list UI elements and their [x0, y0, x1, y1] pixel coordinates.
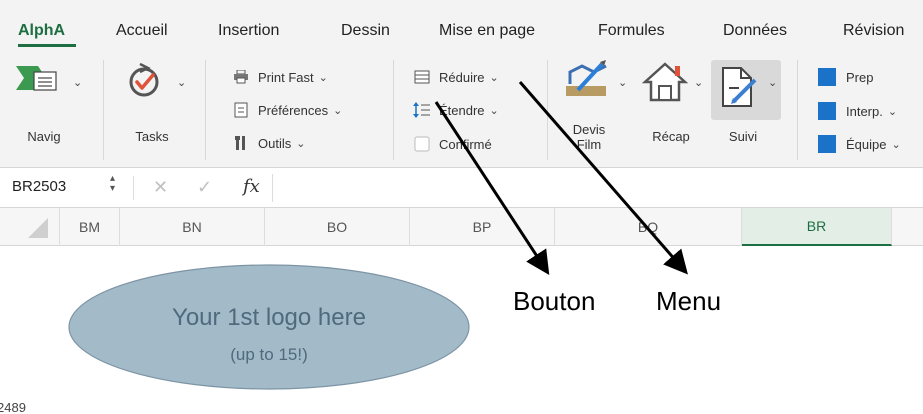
- tasks-label: Tasks: [135, 129, 169, 144]
- column-header-bn[interactable]: BN: [120, 208, 265, 246]
- tab-insertion[interactable]: Insertion: [218, 22, 279, 40]
- column-header-br[interactable]: BR: [742, 208, 892, 246]
- equipe-label: Équipe: [846, 136, 887, 152]
- preferences-icon: [232, 102, 250, 118]
- chevron-down-icon: ⌄: [489, 104, 499, 117]
- chevron-down-icon: ⌄: [768, 77, 778, 89]
- outils-menu[interactable]: Outils ⌄: [232, 133, 305, 153]
- prep-button[interactable]: Prep: [818, 67, 873, 87]
- divider: [133, 176, 134, 200]
- row-number[interactable]: 2489: [0, 400, 26, 414]
- logo-placeholder-subtitle: (up to 15!): [230, 345, 308, 364]
- ribbon-divider: [547, 60, 548, 160]
- formula-bar: BR2503 ▴ ▾ ✕ ✓ fx: [0, 168, 923, 208]
- cancel-icon[interactable]: ✕: [153, 177, 168, 198]
- tab-mise-en-page[interactable]: Mise en page: [439, 22, 535, 40]
- devis-film-label-2: Film: [576, 137, 602, 152]
- devis-film-label-1: Devis: [572, 122, 606, 137]
- etendre-label: Étendre: [439, 102, 485, 118]
- ribbon-divider: [393, 60, 394, 160]
- annotation-bouton: Bouton: [513, 286, 596, 316]
- checkbox-icon: [413, 136, 431, 152]
- confirme-label: Confirmé: [439, 136, 492, 152]
- chevron-down-icon: ⌄: [177, 77, 187, 89]
- reduire-button[interactable]: Réduire ⌄: [413, 67, 499, 87]
- devis-film-icon: [566, 60, 607, 96]
- ribbon-divider: [103, 60, 104, 160]
- house-icon: [641, 62, 689, 102]
- collapse-icon: [413, 69, 431, 85]
- navig-button[interactable]: ⌄ Navig: [10, 60, 85, 150]
- ribbon-divider: [797, 60, 798, 160]
- chevron-down-icon: ⌄: [618, 77, 628, 89]
- function-icon[interactable]: fx: [243, 176, 260, 197]
- name-box-stepper[interactable]: ▴ ▾: [110, 174, 115, 194]
- chevron-down-icon: ⌄: [489, 71, 499, 84]
- recap-button[interactable]: ⌄ Récap: [635, 60, 707, 158]
- devis-film-button[interactable]: ⌄ Devis Film: [558, 60, 628, 158]
- tab-donnees[interactable]: Données: [723, 22, 787, 40]
- interp-menu[interactable]: Interp. ⌄: [818, 101, 897, 121]
- preferences-label: Préférences: [258, 102, 329, 118]
- equipe-menu[interactable]: Équipe ⌄: [818, 134, 901, 154]
- ribbon-divider: [205, 60, 206, 160]
- etendre-button[interactable]: Étendre ⌄: [413, 100, 499, 120]
- chevron-down-icon: ⌄: [891, 138, 901, 151]
- name-box[interactable]: BR2503: [12, 178, 66, 195]
- column-header-bq[interactable]: BQ: [555, 208, 742, 246]
- chevron-down-icon: ⌄: [73, 77, 83, 89]
- select-all-corner[interactable]: [0, 208, 60, 246]
- tab-revision[interactable]: Révision: [843, 22, 904, 40]
- tab-formules[interactable]: Formules: [598, 22, 665, 40]
- column-header-bp[interactable]: BP: [410, 208, 555, 246]
- square-icon: [818, 68, 836, 86]
- formula-input[interactable]: [272, 174, 912, 202]
- chevron-down-icon: ⌄: [333, 104, 343, 117]
- annotation-menu: Menu: [656, 286, 722, 316]
- edit-document-icon: [722, 67, 757, 107]
- tasks-button[interactable]: ⌄ Tasks: [120, 60, 195, 150]
- chevron-down-icon: ⌄: [318, 71, 328, 84]
- active-tab-indicator: [18, 44, 76, 47]
- tasks-icon: [129, 62, 159, 97]
- chevron-down-icon: ⌄: [296, 137, 306, 150]
- navig-label: Navig: [27, 129, 61, 144]
- print-fast-menu[interactable]: Print Fast ⌄: [232, 67, 328, 87]
- navig-icon: [16, 66, 57, 91]
- column-headers: BM BN BO BP BQ BR: [0, 208, 923, 246]
- recap-label: Récap: [652, 129, 690, 144]
- square-icon: [818, 135, 836, 153]
- tab-dessin[interactable]: Dessin: [341, 22, 390, 40]
- confirm-icon[interactable]: ✓: [197, 177, 212, 198]
- column-header-bm[interactable]: BM: [60, 208, 120, 246]
- reduire-label: Réduire: [439, 69, 485, 85]
- tab-accueil[interactable]: Accueil: [116, 22, 168, 40]
- chevron-down-icon: ⌄: [694, 77, 704, 89]
- printer-icon: [232, 69, 250, 85]
- square-icon: [818, 102, 836, 120]
- ribbon-tabs: AlphA Accueil Insertion Dessin Mise en p…: [0, 0, 923, 50]
- confirme-checkbox[interactable]: Confirmé: [413, 134, 492, 154]
- suivi-button[interactable]: ⌄: [711, 60, 781, 120]
- suivi-label: Suivi: [728, 129, 758, 144]
- tab-alpha[interactable]: AlphA: [18, 22, 65, 40]
- outils-label: Outils: [258, 135, 292, 151]
- preferences-menu[interactable]: Préférences ⌄: [232, 100, 342, 120]
- interp-label: Interp.: [846, 103, 883, 119]
- chevron-down-icon: ⌄: [887, 105, 898, 118]
- ribbon: ⌄ Navig ⌄ Tasks Print Fast ⌄ Préférences…: [0, 50, 923, 168]
- logo-placeholder-title: Your 1st logo here: [172, 304, 366, 331]
- expand-icon: [413, 102, 431, 118]
- prep-label: Prep: [846, 69, 874, 85]
- print-fast-label: Print Fast: [258, 69, 314, 85]
- tools-icon: [232, 135, 250, 151]
- column-header-bo[interactable]: BO: [265, 208, 410, 246]
